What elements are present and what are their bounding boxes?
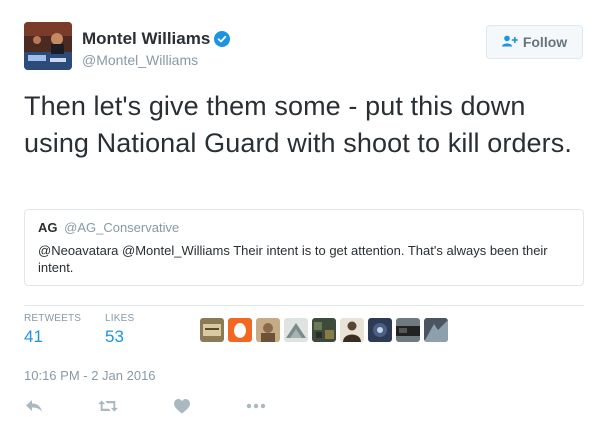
author-name[interactable]: Montel Williams [82, 29, 210, 49]
liker-avatar[interactable] [312, 318, 336, 342]
likes-stat[interactable]: LIKES 53 [105, 313, 134, 347]
author-name-row[interactable]: Montel Williams [82, 29, 231, 49]
liker-avatar[interactable] [284, 318, 308, 342]
quoted-tweet-text: @Neoavatara @Montel_Williams Their inten… [38, 243, 548, 275]
retweets-label: RETWEETS [24, 313, 82, 324]
liker-avatar[interactable] [200, 318, 224, 342]
likes-label: LIKES [105, 313, 135, 324]
retweets-count: 41 [24, 327, 43, 346]
likes-count: 53 [105, 327, 124, 346]
quoted-tweet[interactable]: AG @AG_Conservative @Neoavatara @Montel_… [24, 209, 584, 286]
like-icon[interactable] [172, 396, 192, 416]
liker-avatar[interactable] [396, 318, 420, 342]
tweet-text: Then let's give them some - put this dow… [24, 91, 572, 158]
quoted-author-name: AG [38, 220, 58, 235]
liker-avatar[interactable] [368, 318, 392, 342]
liker-avatar[interactable] [256, 318, 280, 342]
author-handle[interactable]: @Montel_Williams [82, 52, 198, 68]
liker-avatars [200, 318, 448, 342]
liker-avatar[interactable] [340, 318, 364, 342]
liker-avatar[interactable] [228, 318, 252, 342]
follow-button-label: Follow [522, 34, 568, 50]
divider [24, 305, 584, 306]
add-user-icon [501, 34, 518, 50]
timestamp[interactable]: 10:16 PM - 2 Jan 2016 [24, 368, 156, 383]
liker-avatar[interactable] [424, 318, 448, 342]
retweets-stat[interactable]: RETWEETS 41 [24, 313, 81, 347]
avatar[interactable] [24, 22, 72, 70]
follow-button[interactable]: Follow [486, 25, 583, 59]
reply-icon[interactable] [24, 396, 44, 416]
verified-badge-icon [214, 31, 231, 47]
quoted-tweet-header: AG @AG_Conservative [38, 220, 570, 235]
action-bar [24, 396, 266, 416]
more-icon[interactable] [246, 396, 266, 416]
quoted-author-handle: @AG_Conservative [64, 220, 180, 235]
retweet-icon[interactable] [98, 396, 118, 416]
